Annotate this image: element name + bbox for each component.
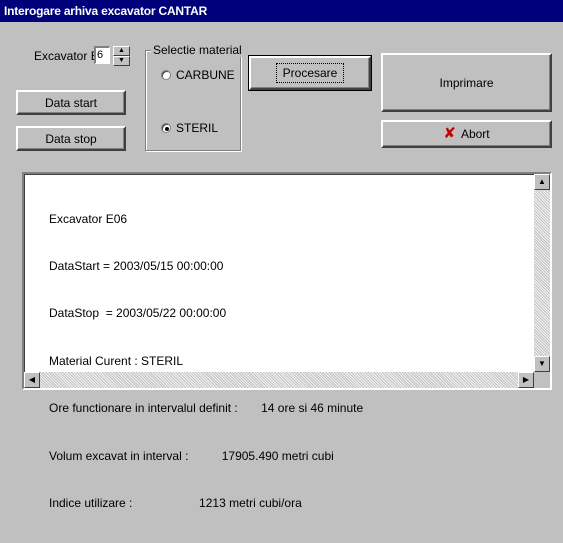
scrollbar-corner (534, 372, 550, 388)
abort-button[interactable]: ✘ Abort (381, 120, 552, 148)
radio-carbune[interactable]: CARBUNE (161, 68, 235, 82)
radio-carbune-label: CARBUNE (176, 68, 235, 82)
procesare-label: Procesare (275, 63, 345, 83)
data-start-button[interactable]: Data start (16, 90, 126, 115)
imprimare-button[interactable]: Imprimare (381, 53, 552, 112)
scroll-up-icon[interactable]: ▲ (534, 174, 550, 190)
data-stop-button[interactable]: Data stop (16, 126, 126, 151)
radio-steril-label: STERIL (176, 121, 219, 135)
arrow-down-icon[interactable]: ▼ (113, 56, 130, 66)
radio-steril[interactable]: STERIL (161, 121, 218, 135)
imprimare-label: Imprimare (439, 75, 494, 90)
scroll-left-icon[interactable]: ◀ (24, 372, 40, 388)
radio-button-checked-icon[interactable] (161, 123, 171, 133)
x-icon: ✘ (443, 125, 456, 142)
data-stop-label: Data stop (45, 131, 97, 146)
data-start-label: Data start (44, 95, 98, 110)
procesare-button[interactable]: Procesare (248, 55, 372, 91)
arrow-up-icon[interactable]: ▲ (113, 46, 130, 56)
material-group-title: Selectie material (151, 43, 244, 57)
output-line: Volum excavat in interval : 17905.490 me… (49, 448, 334, 463)
scroll-right-icon[interactable]: ▶ (518, 372, 534, 388)
output-text: Excavator E06 DataStart = 2003/05/15 00:… (49, 180, 363, 543)
vertical-scrollbar[interactable]: ▲ ▼ (534, 174, 550, 372)
output-textarea[interactable]: Excavator E06 DataStart = 2003/05/15 00:… (22, 172, 552, 510)
excavator-label: Excavator E (34, 49, 99, 63)
output-line: Excavator E06 (49, 211, 128, 226)
excavator-number-input[interactable]: 6 (94, 46, 110, 64)
output-line: Indice utilizare : 1213 metri cubi/ora (49, 495, 302, 510)
window-title: Interogare arhiva excavator CANTAR (0, 0, 563, 22)
output-line: Material Curent : STERIL (49, 353, 184, 368)
horizontal-scrollbar[interactable]: ◀ ▶ (24, 372, 534, 388)
abort-label: Abort (460, 127, 490, 141)
scroll-down-icon[interactable]: ▼ (534, 356, 550, 372)
material-groupbox (145, 50, 241, 151)
output-line: DataStop = 2003/05/22 00:00:00 (49, 306, 227, 321)
radio-button-icon[interactable] (161, 70, 171, 80)
output-line: Ore functionare in intervalul definit : … (49, 401, 364, 416)
output-line: DataStart = 2003/05/15 00:00:00 (49, 258, 224, 273)
excavator-spinner[interactable]: ▲ ▼ (113, 46, 130, 66)
main-window: Interogare arhiva excavator CANTAR Excav… (0, 0, 563, 510)
